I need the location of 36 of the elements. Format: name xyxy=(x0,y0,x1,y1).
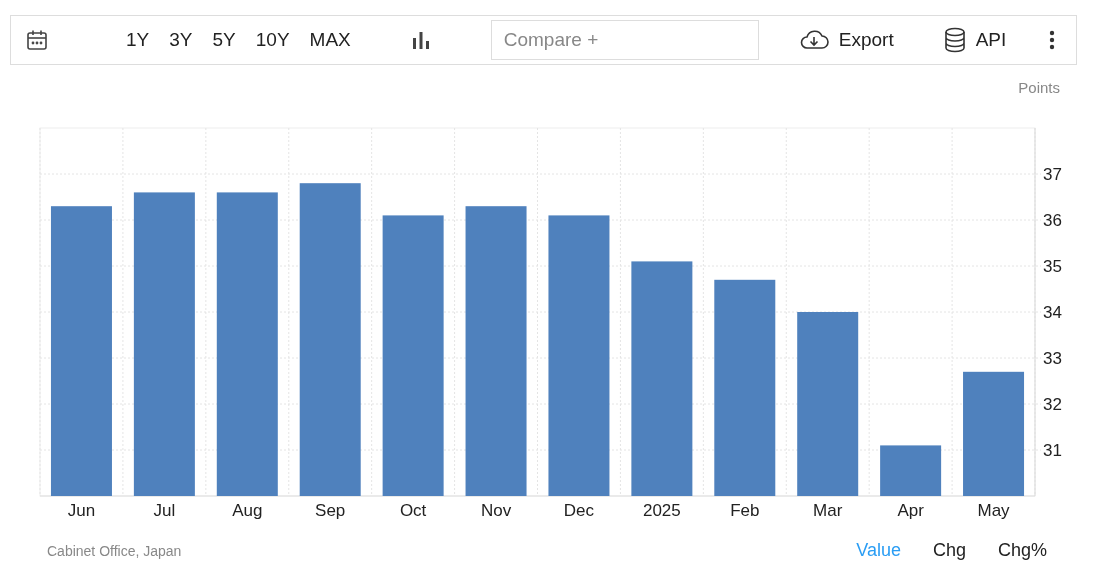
axis-category-label: Oct xyxy=(399,501,427,520)
axis-category-label: Nov xyxy=(480,501,512,520)
source-text: Cabinet Office, Japan xyxy=(47,542,182,559)
axis-category-label: Apr xyxy=(897,501,924,520)
export-button[interactable]: Export xyxy=(798,29,894,51)
range-button[interactable]: 10Y xyxy=(245,29,300,51)
database-icon xyxy=(943,27,966,53)
bar xyxy=(880,445,942,496)
axis-tick-label: 32 xyxy=(1043,395,1062,414)
view-tab[interactable]: Chg xyxy=(932,540,966,561)
axis-category-label: Jul xyxy=(153,501,176,520)
view-tab[interactable]: Chg% xyxy=(997,540,1047,561)
axis-category-label: Mar xyxy=(813,501,843,520)
axis-tick-label: 36 xyxy=(1043,211,1062,230)
range-button[interactable]: 5Y xyxy=(202,29,246,51)
axis-tick-label: 31 xyxy=(1043,441,1062,460)
api-button[interactable]: API xyxy=(943,27,1007,53)
axis-tick-label: 37 xyxy=(1043,165,1062,184)
axis-tick-label: 35 xyxy=(1043,257,1062,276)
axis-tick-label: 34 xyxy=(1043,303,1062,322)
range-button[interactable]: 1Y xyxy=(116,29,160,51)
axis-category-label: May xyxy=(977,501,1010,520)
calendar-icon[interactable] xyxy=(26,29,48,51)
axis-category-label: Feb xyxy=(730,501,760,520)
axis-category-label: Dec xyxy=(563,501,595,520)
axis-tick-label: 33 xyxy=(1043,349,1062,368)
axis-category-label: Aug xyxy=(232,501,263,520)
unit-label: Points xyxy=(1018,79,1060,96)
axis-category-label: 2025 xyxy=(642,501,681,520)
axis-category-label: Jun xyxy=(67,501,96,520)
cloud-download-icon xyxy=(798,29,829,51)
range-button[interactable]: MAX xyxy=(299,29,361,51)
bar-chart-icon[interactable] xyxy=(410,30,431,50)
axis-category-label: Sep xyxy=(315,501,346,520)
range-button[interactable]: 3Y xyxy=(159,29,203,51)
compare-field[interactable]: Compare + xyxy=(490,20,759,60)
